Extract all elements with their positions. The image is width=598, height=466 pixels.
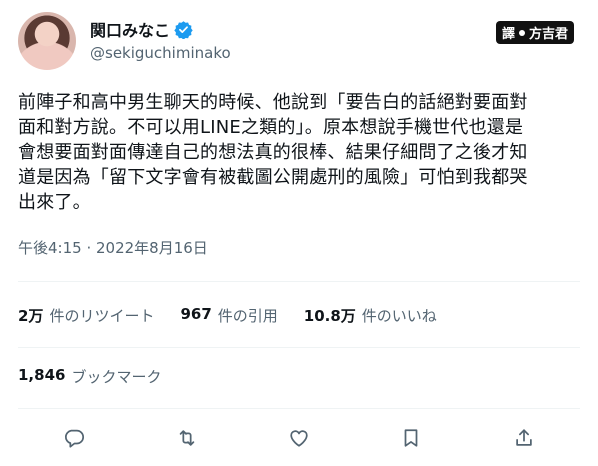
reply-button[interactable] — [55, 419, 93, 457]
like-icon — [290, 430, 308, 447]
retweet-icon — [179, 430, 194, 446]
engagement-stats: 2万 件のリツイート 967 件の引用 10.8万 件のいいね — [18, 303, 463, 327]
watermark-dot — [518, 29, 525, 36]
watermark-stamp: 譯 方吉君 — [495, 21, 574, 44]
like-count[interactable]: 10.8万 件のいいね — [304, 305, 437, 326]
watermark-left: 譯 — [501, 27, 515, 42]
watermark-right: 方吉君 — [528, 27, 568, 42]
retweet-button[interactable] — [168, 419, 206, 457]
tweet-line: 前陣子和高中男生聊天的時候、他說到「要告白的話絕對要面對 — [18, 92, 528, 113]
retweet-count-number: 2万 — [18, 306, 44, 325]
action-bar — [18, 418, 580, 458]
divider — [18, 281, 580, 282]
tweet-line: 會想要面對面傳達自己的想法真的很棒、結果仔細問了之後才知 — [18, 142, 528, 163]
quote-count-label: 件の引用 — [217, 306, 278, 325]
avatar[interactable] — [18, 12, 76, 70]
retweet-count[interactable]: 2万 件のリツイート — [18, 305, 154, 326]
like-count-label: 件のいいね — [361, 306, 437, 325]
share-button[interactable] — [505, 419, 543, 457]
verified-badge-icon — [174, 20, 193, 39]
tweet-line: 道是因為「留下文字會有被截圖公開處刑的風險」可怕到我都哭 — [18, 167, 528, 188]
divider — [18, 408, 580, 409]
bookmark-count-label: ブックマーク — [71, 368, 162, 386]
like-count-number: 10.8万 — [303, 306, 356, 325]
like-button[interactable] — [280, 419, 318, 457]
tweet-line: 出來了。 — [18, 192, 91, 213]
bookmark-count[interactable]: 1,846 ブックマーク — [18, 366, 161, 387]
display-name-row: 関口みなこ — [90, 18, 231, 40]
tweet-text: 前陣子和高中男生聊天的時候、他說到「要告白的話絕對要面對 面和對方說。不可以用L… — [18, 90, 584, 215]
tweet-header: 関口みなこ @sekiguchiminako 譯 方吉君 — [18, 12, 580, 74]
quote-count-number: 967 — [180, 304, 212, 323]
retweet-count-label: 件のリツイート — [49, 306, 155, 325]
bookmark-button[interactable] — [392, 419, 430, 457]
tweet-line: 面和對方說。不可以用LINE之類的」。原本想說手機世代也還是 — [18, 117, 524, 138]
display-name[interactable]: 関口みなこ — [90, 17, 170, 41]
divider — [18, 347, 580, 348]
reply-icon — [65, 429, 85, 448]
share-icon — [516, 429, 532, 446]
quote-count[interactable]: 967 件の引用 — [180, 305, 277, 326]
handle[interactable]: @sekiguchiminako — [90, 44, 231, 62]
bookmark-count-number: 1,846 — [18, 366, 66, 384]
bookmark-icon — [404, 429, 418, 447]
user-block: 関口みなこ @sekiguchiminako — [90, 18, 231, 62]
timestamp[interactable]: 午後4:15 · 2022年8月16日 — [18, 237, 208, 258]
